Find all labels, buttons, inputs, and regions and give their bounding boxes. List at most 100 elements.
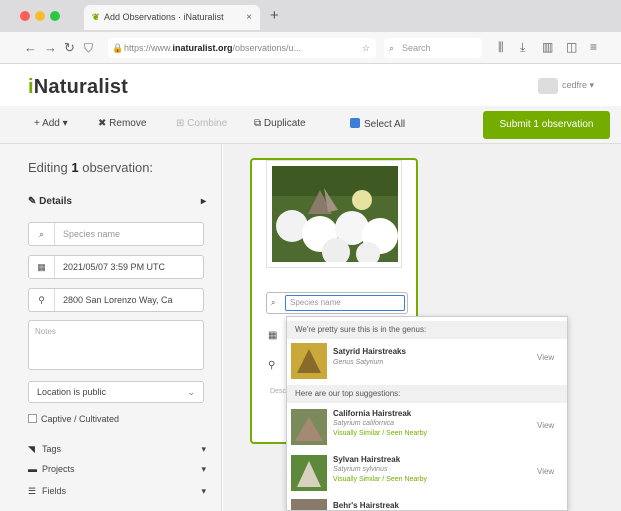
- url-domain: inaturalist.org: [172, 43, 233, 53]
- projects-label: Projects: [42, 464, 75, 474]
- search-icon: ⌕: [29, 223, 55, 245]
- pencil-icon: ✎: [28, 196, 37, 207]
- logo-name: Naturalist: [33, 76, 129, 98]
- suggestion-row[interactable]: Behr's Hairstreak: [287, 497, 567, 510]
- date-time-input[interactable]: ▦ 2021/05/07 3:59 PM UTC: [28, 255, 204, 279]
- bookmark-star-icon[interactable]: ☆: [362, 38, 370, 58]
- editing-prefix: Editing: [28, 160, 72, 175]
- captive-label: Captive / Cultivated: [41, 414, 120, 424]
- suggestion-row[interactable]: Sylvan Hairstreak Satyrium sylvinus Visu…: [287, 451, 567, 497]
- reload-icon[interactable]: ↻: [64, 40, 75, 56]
- inaturalist-logo[interactable]: iNaturalist: [28, 76, 128, 99]
- editing-title: Editing 1 observation:: [28, 160, 153, 175]
- forward-icon[interactable]: →: [44, 40, 57, 56]
- submit-button[interactable]: Submit 1 observation: [483, 111, 610, 139]
- calendar-icon: ▦: [29, 256, 55, 278]
- remove-button[interactable]: ✖ Remove: [98, 118, 146, 129]
- map-pin-icon: ⚲: [29, 289, 55, 311]
- map-pin-icon: ⚲: [268, 360, 276, 371]
- genus-header: We're pretty sure this is in the genus:: [287, 321, 567, 339]
- combine-button[interactable]: ⊞ Combine: [176, 118, 227, 129]
- checkbox-icon: [350, 118, 360, 128]
- genus-name: Satyrid Hairstreaks: [333, 347, 406, 356]
- suggestion-name: California Hairstreak: [333, 409, 412, 418]
- species-suggestions-dropdown: We're pretty sure this is in the genus: …: [286, 316, 568, 511]
- new-tab-button[interactable]: +: [270, 7, 279, 24]
- search-icon: ⌕: [389, 43, 395, 53]
- suggestion-row-genus[interactable]: Satyrid Hairstreaks Genus Satyrium View: [287, 341, 567, 381]
- fields-section[interactable]: ☰ Fields ▾: [28, 486, 206, 497]
- sidebar-icon[interactable]: ◫: [566, 40, 577, 54]
- uploader-toolbar: + Add ▾ ✖ Remove ⊞ Combine ⧉ Duplicate S…: [0, 106, 621, 144]
- tags-section[interactable]: ◥ Tags ▾: [28, 444, 206, 455]
- suggestion-thumbnail: [291, 409, 327, 445]
- browser-tab[interactable]: ❦ Add Observations · iNaturalist ×: [84, 5, 260, 30]
- url-prefix: https://www.: [124, 43, 173, 53]
- add-button[interactable]: + Add ▾: [34, 118, 68, 129]
- caret-down-icon: ▾: [201, 444, 206, 454]
- caret-right-icon: ▸: [200, 196, 206, 207]
- captive-checkbox[interactable]: Captive / Cultivated: [28, 414, 119, 424]
- browser-tab-bar: ❦ Add Observations · iNaturalist × +: [0, 0, 621, 32]
- app-header: iNaturalist cedfre ▾: [0, 64, 621, 106]
- browser-nav-bar: ← → ↻ ⛉ 🔒 https://www.inaturalist.org/ob…: [0, 32, 621, 64]
- projects-section[interactable]: ▬ Projects ▾: [28, 464, 206, 474]
- url-path: /observations/u...: [232, 43, 302, 53]
- details-label: Details: [39, 196, 72, 207]
- card-species-input[interactable]: ⌕ Species name: [266, 292, 408, 314]
- view-link[interactable]: View: [537, 353, 554, 362]
- download-icon[interactable]: ⤓: [520, 40, 525, 55]
- search-icon: ⌕: [271, 298, 276, 307]
- caret-down-icon: ▾: [201, 486, 206, 496]
- checkbox-icon: [28, 414, 37, 423]
- suggestion-row[interactable]: California Hairstreak Satyrium californi…: [287, 405, 567, 451]
- library-icon[interactable]: ⫼: [498, 40, 504, 55]
- user-menu[interactable]: cedfre ▾: [562, 80, 594, 91]
- calendar-icon: ▦: [268, 330, 278, 341]
- tab-close-icon[interactable]: ×: [246, 5, 252, 30]
- observation-photo[interactable]: [272, 166, 398, 262]
- details-section-header[interactable]: ✎ Details ▸: [28, 196, 206, 207]
- suggestion-source: Visually Similar / Seen Nearby: [333, 430, 428, 437]
- species-name-input[interactable]: ⌕ Species name: [28, 222, 204, 246]
- suggestion-name: Sylvan Hairstreak: [333, 455, 401, 464]
- card-species-field[interactable]: Species name: [285, 295, 405, 311]
- url-bar[interactable]: 🔒 https://www.inaturalist.org/observatio…: [108, 38, 376, 58]
- top-suggestions-header: Here are our top suggestions:: [287, 385, 567, 403]
- geoprivacy-select[interactable]: Location is public ⌄: [28, 381, 204, 403]
- avatar[interactable]: [538, 78, 558, 94]
- suggestion-thumbnail: [291, 455, 327, 491]
- location-input[interactable]: ⚲ 2800 San Lorenzo Way, Ca: [28, 288, 204, 312]
- notes-textarea[interactable]: Notes: [28, 320, 204, 370]
- geoprivacy-value: Location is public: [37, 387, 107, 397]
- select-all-checkbox[interactable]: Select All: [350, 118, 405, 130]
- caret-down-icon: ▾: [201, 464, 206, 474]
- browser-search-bar[interactable]: ⌕ Search: [384, 38, 482, 58]
- history-icon[interactable]: ▥: [542, 40, 553, 54]
- genus-thumbnail: [291, 343, 327, 379]
- back-icon[interactable]: ←: [24, 40, 37, 56]
- lock-icon: 🔒: [112, 43, 124, 53]
- close-window-button[interactable]: [20, 11, 30, 21]
- editing-count: 1: [71, 160, 79, 175]
- tag-icon: ◥: [28, 444, 35, 454]
- shield-icon[interactable]: ⛉: [84, 40, 93, 56]
- briefcase-icon: ▬: [28, 464, 37, 474]
- species-placeholder: Species name: [63, 229, 121, 239]
- suggestion-source: Visually Similar / Seen Nearby: [333, 476, 428, 483]
- suggestion-sci: Satyrium californica: [333, 420, 395, 427]
- menu-icon[interactable]: ≡: [590, 40, 597, 54]
- search-placeholder: Search: [402, 43, 431, 53]
- suggestion-thumbnail: [291, 499, 327, 510]
- view-link[interactable]: View: [537, 421, 554, 430]
- tags-label: Tags: [42, 444, 62, 454]
- minimize-window-button[interactable]: [35, 11, 45, 21]
- duplicate-button[interactable]: ⧉ Duplicate: [254, 118, 306, 129]
- inaturalist-favicon-icon: ❦: [92, 12, 100, 22]
- suggestion-sci: Satyrium sylvinus: [333, 466, 388, 473]
- tab-title: Add Observations · iNaturalist: [104, 12, 224, 22]
- maximize-window-button[interactable]: [50, 11, 60, 21]
- select-all-label: Select All: [364, 119, 406, 130]
- chevron-down-icon: ⌄: [187, 387, 195, 397]
- view-link[interactable]: View: [537, 467, 554, 476]
